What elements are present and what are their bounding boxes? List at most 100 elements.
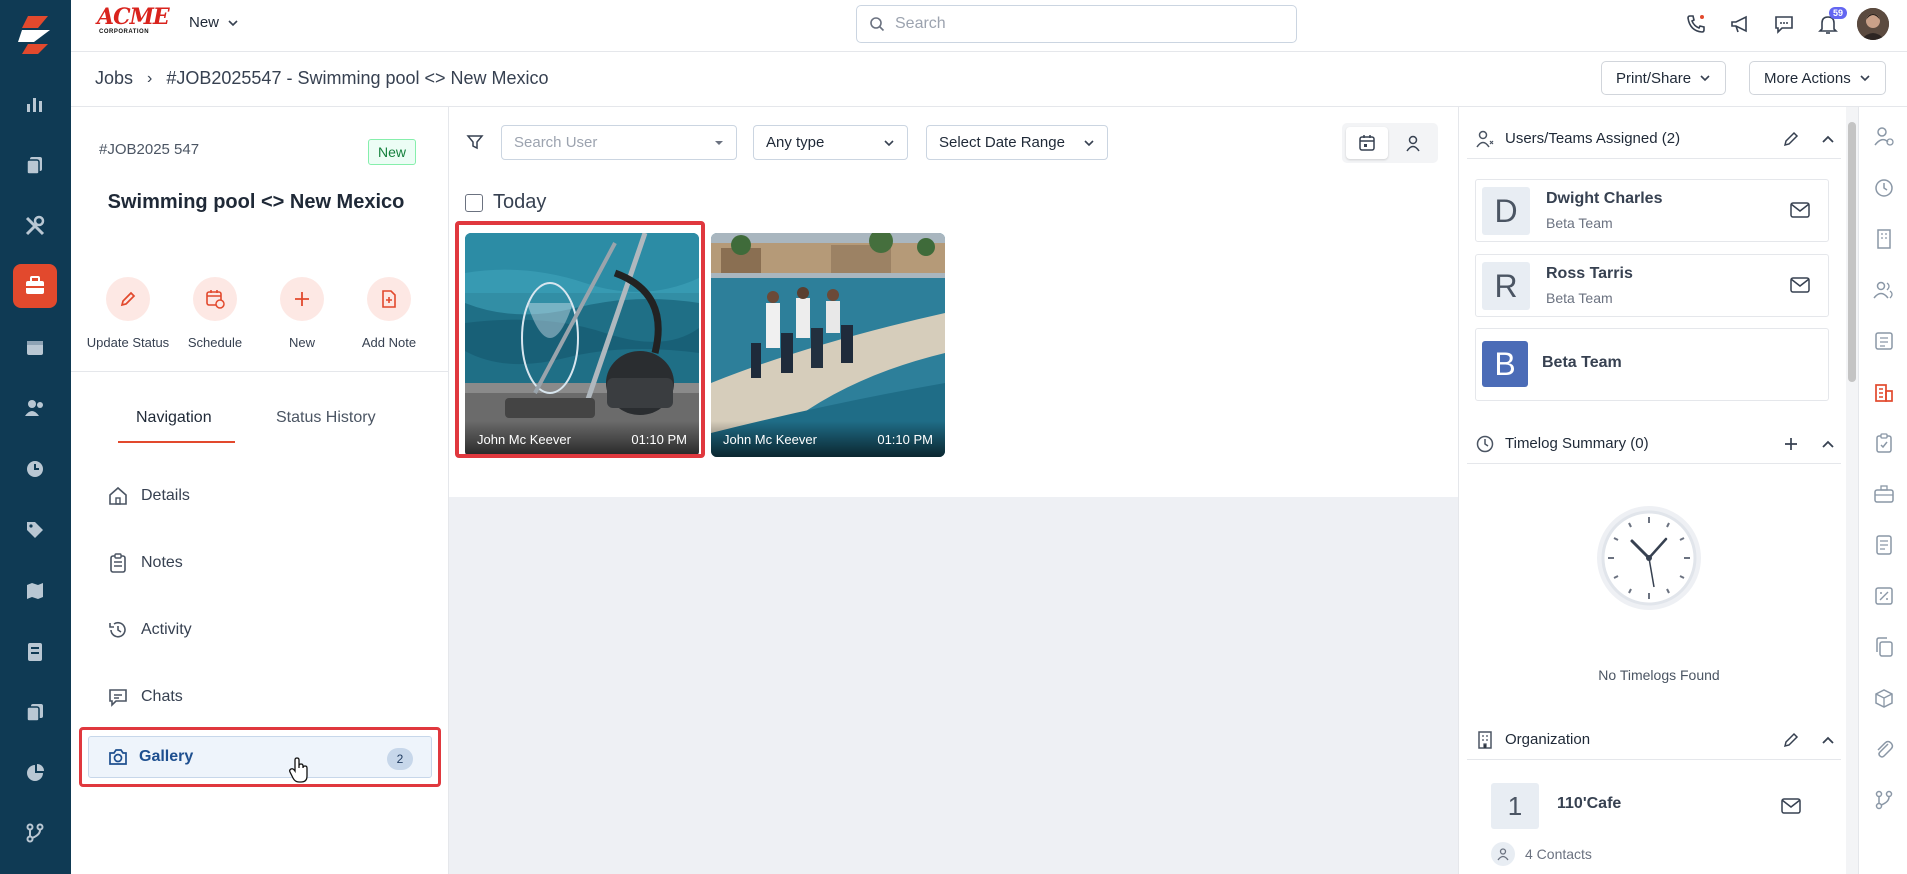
new-button[interactable]: New (257, 277, 347, 350)
contact-avatar-icon (1491, 842, 1515, 866)
chat-icon[interactable] (1769, 9, 1799, 39)
package-icon[interactable] (1873, 687, 1895, 709)
type-select[interactable]: Any type (753, 125, 908, 160)
assigned-user-card[interactable]: D Dwight Charles Beta Team (1475, 179, 1829, 242)
scrollbar-thumb[interactable] (1848, 122, 1856, 382)
camera-icon (109, 749, 127, 765)
chevron-up-icon[interactable] (1821, 134, 1835, 144)
schedule-label: Schedule (187, 335, 243, 350)
organization-icon[interactable] (1873, 381, 1895, 403)
workflow-icon[interactable] (1873, 789, 1895, 811)
nav-item-notes[interactable]: Notes (107, 552, 183, 574)
rail-map-icon[interactable] (13, 569, 57, 613)
user-team: Beta Team (1546, 290, 1613, 306)
paperclip-icon[interactable] (1873, 738, 1895, 760)
bell-icon[interactable]: 59 (1813, 7, 1847, 39)
clock-history-icon[interactable] (1873, 177, 1895, 199)
chevron-up-icon[interactable] (1821, 439, 1835, 449)
calendar-clock-icon (206, 290, 225, 309)
chevron-up-icon[interactable] (1821, 735, 1835, 745)
id-card-icon[interactable] (1873, 330, 1895, 352)
rail-invoice-icon[interactable] (13, 630, 57, 674)
breadcrumb: Jobs › #JOB2025547 - Swimming pool <> Ne… (95, 68, 549, 89)
new-dropdown[interactable]: New (189, 14, 239, 31)
rail-jobs-icon[interactable] (13, 264, 57, 308)
invoice-icon[interactable] (1873, 534, 1895, 556)
notification-badge: 59 (1828, 7, 1847, 19)
job-number: #JOB2025 547 (99, 141, 200, 158)
breadcrumb-jobs-link[interactable]: Jobs (95, 68, 133, 89)
tab-navigation[interactable]: Navigation (136, 409, 212, 427)
building-icon[interactable] (1873, 228, 1895, 250)
photo-author: John Mc Keever (723, 432, 817, 447)
app-logo-icon[interactable] (14, 14, 56, 56)
search-input[interactable]: Search (856, 5, 1297, 43)
contacts-icon[interactable] (1873, 279, 1895, 301)
nav-item-activity[interactable]: Activity (107, 619, 192, 641)
date-range-select[interactable]: Select Date Range (926, 125, 1108, 160)
search-icon (870, 17, 885, 32)
search-placeholder: Search (895, 15, 946, 32)
contacts-row[interactable]: 4 Contacts (1491, 842, 1592, 866)
more-actions-button[interactable]: More Actions (1749, 61, 1886, 95)
home-icon (109, 486, 127, 505)
select-all-checkbox[interactable] (465, 193, 483, 212)
caret-down-icon (715, 140, 723, 145)
assigned-user-card[interactable]: R Ross Tarris Beta Team (1475, 254, 1829, 317)
estimate-icon[interactable] (1873, 585, 1895, 607)
briefcase-icon[interactable] (1873, 483, 1895, 505)
chevron-down-icon (1700, 75, 1710, 82)
filter-icon[interactable] (466, 133, 484, 151)
user-view-button[interactable] (1392, 127, 1434, 159)
add-note-button[interactable]: Add Note (344, 277, 434, 350)
rail-documents-icon[interactable] (13, 143, 57, 187)
rail-tag-icon[interactable] (13, 508, 57, 552)
chevron-down-icon (1860, 75, 1870, 82)
edit-icon[interactable] (1783, 732, 1799, 748)
clipboard-check-icon[interactable] (1873, 432, 1895, 454)
rail-clock-icon[interactable] (13, 447, 57, 491)
right-panel-scrollbar[interactable] (1846, 107, 1858, 874)
rail-reports-icon[interactable] (13, 82, 57, 126)
top-icons: 59 (1681, 7, 1889, 40)
user-settings-icon[interactable] (1873, 125, 1895, 147)
building-icon (1478, 730, 1492, 749)
gallery-highlight: Gallery 2 (79, 727, 441, 787)
rail-tools-icon[interactable] (13, 204, 57, 248)
top-bar: ACME CORPORATION New Search 59 (71, 0, 1907, 52)
rail-calendar-icon[interactable] (13, 325, 57, 369)
chevron-down-icon (1084, 139, 1094, 146)
update-status-button[interactable]: Update Status (83, 277, 173, 350)
rail-pie-chart-icon[interactable] (13, 751, 57, 795)
nav-item-chats[interactable]: Chats (107, 686, 183, 708)
plus-icon[interactable] (1783, 436, 1799, 452)
nav-item-gallery[interactable]: Gallery 2 (88, 736, 432, 778)
right-rail (1858, 107, 1907, 874)
brand-logo[interactable]: ACME CORPORATION (97, 6, 170, 38)
tab-status-history[interactable]: Status History (276, 409, 376, 427)
mail-icon[interactable] (1790, 202, 1810, 218)
rail-users-icon[interactable] (13, 386, 57, 430)
megaphone-icon[interactable] (1725, 9, 1755, 39)
assigned-team-card[interactable]: B Beta Team (1475, 328, 1829, 401)
rail-workflow-icon[interactable] (13, 811, 57, 855)
nav-item-details[interactable]: Details (107, 485, 190, 507)
new-dropdown-label: New (189, 14, 220, 31)
edit-icon[interactable] (1783, 131, 1799, 147)
page-title: #JOB2025547 - Swimming pool <> New Mexic… (166, 68, 549, 88)
gallery-count-badge: 2 (387, 748, 413, 770)
user-icon (1406, 135, 1420, 152)
calendar-icon (1359, 135, 1375, 151)
copy-icon[interactable] (1873, 636, 1895, 658)
avatar[interactable] (1857, 8, 1889, 40)
gallery-photo[interactable]: John Mc Keever 01:10 PM (711, 233, 945, 457)
search-user-select[interactable]: Search User (501, 125, 737, 160)
rail-files-icon[interactable] (13, 690, 57, 734)
print-share-button[interactable]: Print/Share (1601, 61, 1727, 95)
mail-icon[interactable] (1790, 277, 1810, 293)
schedule-button[interactable]: Schedule (170, 277, 260, 350)
mail-icon[interactable] (1781, 798, 1801, 814)
phone-icon[interactable] (1681, 9, 1711, 39)
calendar-view-button[interactable] (1346, 127, 1388, 159)
contacts-count: 4 Contacts (1525, 846, 1592, 862)
